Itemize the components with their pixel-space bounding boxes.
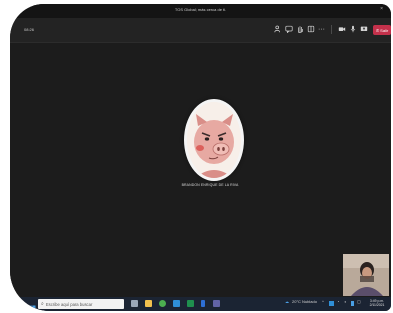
chat-icon[interactable] bbox=[284, 24, 293, 34]
pin-icon[interactable] bbox=[201, 300, 205, 307]
chrome-icon[interactable] bbox=[159, 300, 166, 307]
camera-icon[interactable] bbox=[337, 24, 346, 34]
share-screen-icon[interactable] bbox=[359, 24, 368, 34]
raise-hand-icon[interactable] bbox=[295, 24, 304, 34]
weather-icon[interactable]: ☁ bbox=[285, 300, 289, 304]
taskbar-clock[interactable]: 3:49 p.m. 2/11/2021 bbox=[368, 299, 386, 308]
clock-date: 2/11/2021 bbox=[369, 303, 385, 308]
participant-name: BRANDON ENRIQUE DE LA RIVA bbox=[181, 183, 239, 187]
teams-window: TOS Global; más cerca de ti. × 08:26 ··· bbox=[10, 4, 391, 311]
meeting-stage: BRANDON ENRIQUE DE LA RIVA bbox=[10, 43, 391, 297]
phone-icon: ✆ bbox=[375, 27, 380, 33]
title-bar: TOS Global; más cerca de ti. × bbox=[10, 4, 391, 18]
photo-frame: TOS Global; más cerca de ti. × 08:26 ··· bbox=[0, 0, 393, 313]
close-icon[interactable]: × bbox=[380, 6, 383, 12]
leave-label: Salir bbox=[380, 27, 389, 33]
more-options-icon[interactable]: ··· bbox=[317, 24, 326, 34]
people-icon[interactable] bbox=[273, 24, 282, 34]
weather-text[interactable]: 20°C Nublado bbox=[292, 300, 317, 304]
toolbar-divider bbox=[331, 25, 332, 34]
taskbar-search-box[interactable]: ⌕ Escribe aquí para buscar bbox=[38, 299, 124, 309]
search-icon: ⌕ bbox=[41, 300, 44, 307]
excel-icon[interactable] bbox=[187, 300, 194, 307]
task-view-icon[interactable] bbox=[131, 300, 138, 307]
file-explorer-icon[interactable] bbox=[145, 300, 152, 307]
edge-icon[interactable] bbox=[173, 300, 180, 307]
teams-icon[interactable] bbox=[213, 300, 220, 307]
search-placeholder: Escribe aquí para buscar bbox=[45, 301, 93, 307]
battery-icon[interactable] bbox=[351, 301, 354, 306]
network-icon[interactable]: ◔ bbox=[337, 300, 339, 304]
onedrive-icon[interactable] bbox=[329, 301, 334, 306]
leave-button[interactable]: ✆ Salir bbox=[373, 25, 391, 35]
language-icon[interactable]: ▢ bbox=[357, 300, 361, 304]
windows-start-icon[interactable] bbox=[28, 300, 36, 311]
rooms-icon[interactable] bbox=[306, 24, 315, 34]
meeting-timer: 08:26 bbox=[24, 27, 35, 32]
volume-icon[interactable]: ◖ bbox=[344, 300, 346, 304]
self-video-preview[interactable] bbox=[343, 254, 389, 296]
mic-icon[interactable] bbox=[348, 24, 357, 34]
pig-avatar-icon[interactable] bbox=[184, 99, 244, 181]
tray-expand-icon[interactable]: ^ bbox=[322, 300, 324, 304]
window-title: TOS Global; más cerca de ti. bbox=[174, 7, 227, 12]
meeting-toolbar: 08:26 ··· ✆ Salir bbox=[10, 18, 391, 43]
windows-taskbar: ⌕ Escribe aquí para buscar ☁ 20°C Nublad… bbox=[10, 297, 391, 311]
